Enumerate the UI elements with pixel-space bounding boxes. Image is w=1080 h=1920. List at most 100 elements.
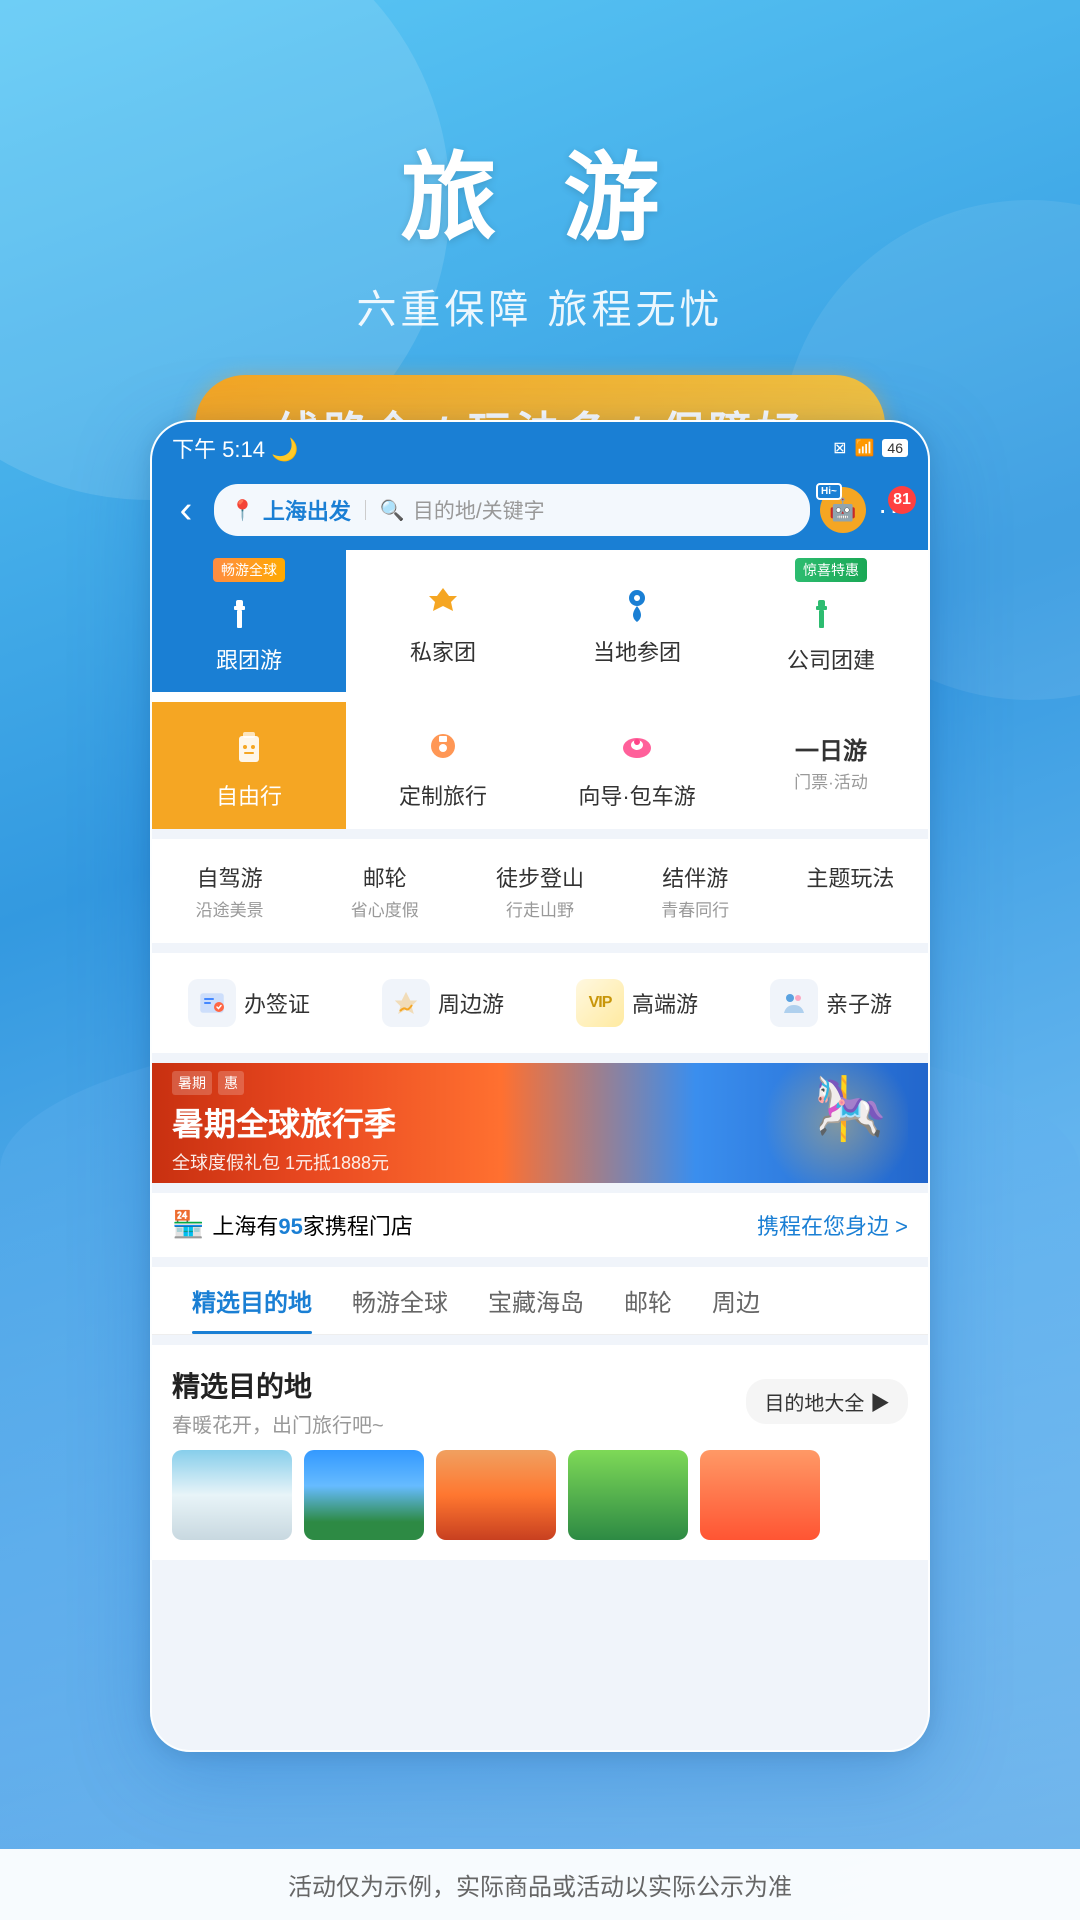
menu-item-company-tour[interactable]: 惊喜特惠 公司团建 [734, 550, 928, 692]
store-link[interactable]: 携程在您身边 > [757, 1209, 908, 1241]
store-count: 95 [278, 1214, 302, 1239]
menu-item-day-tour[interactable]: 一日游 门票·活动 [734, 702, 928, 828]
company-tour-icon [803, 584, 859, 640]
service-visa[interactable]: 办签证 [152, 967, 346, 1039]
menu-row-2: 自由行 定制旅行 [152, 702, 928, 828]
guide-car-icon [609, 720, 665, 776]
group-tour-icon [221, 584, 277, 640]
dest-title: 精选目的地 [172, 1365, 384, 1405]
nearby-icon [382, 979, 430, 1027]
self-drive-label: 自驾游 [197, 861, 263, 893]
dest-header-left: 精选目的地 春暖花开，出门旅行吧~ [172, 1365, 384, 1438]
local-tour-icon [609, 576, 665, 632]
hero-section: 旅 游 六重保障 旅程无忧 线路全 / 玩法多 / 保障好 [0, 0, 1080, 483]
tag-group-tour: 畅游全球 [213, 558, 285, 582]
visa-icon [188, 979, 236, 1027]
company-tour-label: 公司团建 [787, 648, 875, 674]
menu-row-4: 办签证 周边游 VIP 高端游 [152, 953, 928, 1053]
private-tour-icon [415, 576, 471, 632]
hero-title: 旅 游 [0, 120, 1080, 259]
hiking-label: 徒步登山 [496, 861, 584, 893]
service-nearby[interactable]: 周边游 [346, 967, 540, 1039]
hiking-sublabel: 行走山野 [506, 896, 574, 921]
phone-mockup: 下午 5:14 🌙 ⊠ 📶 46 ‹ 📍 上海出发 🔍 目的地/关键字 🤖 Hi… [150, 420, 930, 1752]
menu-item-custom-travel[interactable]: 定制旅行 [346, 702, 540, 828]
dest-thumb-5[interactable] [700, 1450, 820, 1540]
dest-header: 精选目的地 春暖花开，出门旅行吧~ 目的地大全 ▶ [172, 1365, 908, 1438]
menu-hiking[interactable]: 徒步登山 行走山野 [462, 853, 617, 929]
dest-all-link[interactable]: 目的地大全 ▶ [746, 1379, 908, 1424]
user-avatar[interactable]: 🤖 Hi~ [820, 487, 866, 533]
status-bar: 下午 5:14 🌙 ⊠ 📶 46 [152, 422, 928, 474]
notification-badge: 81 [888, 486, 916, 514]
notification-button[interactable]: ··· 81 [872, 494, 912, 526]
local-tour-label: 当地参团 [593, 640, 681, 666]
group-tour-label: 跟团游 [216, 648, 282, 674]
dest-thumbnails [172, 1450, 908, 1540]
search-bar[interactable]: 📍 上海出发 🔍 目的地/关键字 [214, 484, 810, 536]
nearby-label: 周边游 [438, 987, 504, 1019]
dest-thumb-2[interactable] [304, 1450, 424, 1540]
travel-buddy-label: 结伴游 [662, 861, 728, 893]
service-luxury[interactable]: VIP 高端游 [540, 967, 734, 1039]
search-divider [365, 500, 366, 520]
family-icon [770, 979, 818, 1027]
banner-title: 暑期全球旅行季 [172, 1099, 708, 1145]
custom-travel-icon [415, 720, 471, 776]
menu-item-group-tour[interactable]: 畅游全球 跟团游 [152, 550, 346, 692]
tab-nearby[interactable]: 周边 [692, 1267, 780, 1334]
cruise-label: 邮轮 [363, 861, 407, 893]
theme-label: 主题玩法 [806, 861, 894, 893]
status-time: 下午 5:14 🌙 [172, 432, 298, 464]
search-destination: 目的地/关键字 [413, 495, 545, 525]
category-tabs: 精选目的地 畅游全球 宝藏海岛 邮轮 周边 [152, 1267, 928, 1335]
promo-banner[interactable]: 暑期 惠 暑期全球旅行季 全球度假礼包 1元抵1888元 🎠 [152, 1063, 928, 1183]
search-origin: 上海出发 [263, 494, 351, 526]
hero-subtitle: 六重保障 旅程无忧 [0, 277, 1080, 335]
back-button[interactable]: ‹ [168, 489, 204, 532]
dest-thumb-4[interactable] [568, 1450, 688, 1540]
menu-item-private-tour[interactable]: 私家团 [346, 550, 540, 692]
free-travel-icon [221, 720, 277, 776]
store-info-bar: 🏪 上海有95家携程门店 携程在您身边 > [152, 1193, 928, 1257]
travel-buddy-sublabel: 青春同行 [661, 896, 729, 921]
dest-thumb-3[interactable] [436, 1450, 556, 1540]
menu-item-guide-car[interactable]: 向导·包车游 [540, 702, 734, 828]
menu-theme[interactable]: 主题玩法 [773, 853, 928, 929]
app-content: 畅游全球 跟团游 私家团 [152, 550, 928, 1750]
menu-travel-buddy[interactable]: 结伴游 青春同行 [618, 853, 773, 929]
search-glass-icon: 🔍 [380, 498, 405, 523]
location-pin-icon: 📍 [230, 498, 255, 523]
menu-row-3: 自驾游 沿途美景 邮轮 省心度假 徒步登山 行走山野 结伴游 青春同行 主题玩法 [152, 839, 928, 943]
menu-self-drive[interactable]: 自驾游 沿途美景 [152, 853, 307, 929]
menu-item-local-tour[interactable]: 当地参团 [540, 550, 734, 692]
day-tour-sublabel: 门票·活动 [794, 768, 868, 793]
tag-company-tour: 惊喜特惠 [795, 558, 867, 582]
store-suffix: 家携程门店 [303, 1214, 413, 1239]
dest-thumb-1[interactable] [172, 1450, 292, 1540]
menu-cruise[interactable]: 邮轮 省心度假 [307, 853, 462, 929]
destination-section: 精选目的地 春暖花开，出门旅行吧~ 目的地大全 ▶ [152, 1345, 928, 1560]
free-travel-label: 自由行 [216, 784, 282, 810]
disclaimer: 活动仅为示例，实际商品或活动以实际公示为准 [0, 1849, 1080, 1920]
tab-selected-dest[interactable]: 精选目的地 [172, 1267, 332, 1334]
banner-subtitle: 全球度假礼包 1元抵1888元 [172, 1149, 708, 1175]
tab-treasure-island[interactable]: 宝藏海岛 [468, 1267, 604, 1334]
menu-item-free-travel[interactable]: 自由行 [152, 702, 346, 828]
tab-global-tour[interactable]: 畅游全球 [332, 1267, 468, 1334]
store-info-left: 🏪 上海有95家携程门店 [172, 1209, 413, 1241]
battery-icon: 46 [882, 439, 908, 457]
private-tour-label: 私家团 [410, 640, 476, 666]
visa-label: 办签证 [244, 987, 310, 1019]
menu-row-1: 畅游全球 跟团游 私家团 [152, 550, 928, 692]
store-icon: 🏪 [172, 1209, 204, 1240]
nav-action-icons: 🤖 Hi~ ··· 81 [820, 487, 912, 533]
tab-cruise[interactable]: 邮轮 [604, 1267, 692, 1334]
family-label: 亲子游 [826, 987, 892, 1019]
store-prefix: 上海有 [212, 1214, 278, 1239]
service-family[interactable]: 亲子游 [734, 967, 928, 1039]
cruise-sublabel: 省心度假 [351, 896, 419, 921]
luxury-icon: VIP [576, 979, 624, 1027]
dest-subtitle: 春暖花开，出门旅行吧~ [172, 1409, 384, 1438]
day-tour-label: 一日游 [795, 738, 867, 767]
